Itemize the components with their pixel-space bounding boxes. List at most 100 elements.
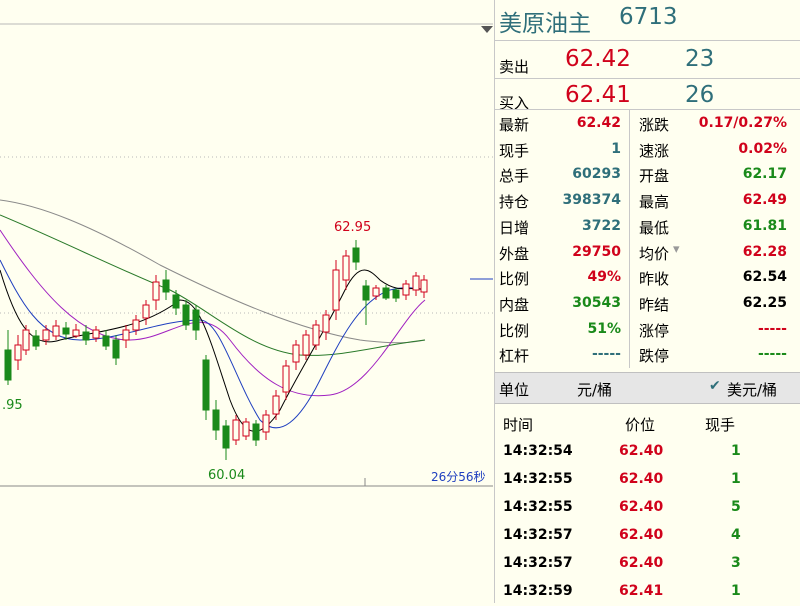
tick-volume: 4: [731, 527, 741, 543]
stat-label: 速涨: [639, 141, 670, 160]
tick-row[interactable]: 14:32:55 62.40 5: [495, 494, 800, 522]
stat-value: 3722: [582, 217, 621, 234]
tick-volume: 1: [731, 471, 741, 487]
dropdown-arrow-icon[interactable]: ▾: [673, 242, 680, 257]
candle-body: [352, 247, 360, 263]
stat-label: 最新: [499, 116, 530, 134]
candle-body: [262, 414, 270, 433]
instrument-name: 美原油主: [499, 11, 591, 37]
candle-body: [82, 331, 90, 341]
tick-row[interactable]: 14:32:59 62.41 1: [495, 578, 800, 606]
tick-time: 14:32:57: [503, 555, 573, 571]
candlestick-chart[interactable]: 62.95 60.04 .95 26分56秒: [0, 0, 493, 603]
candle-body: [212, 409, 220, 431]
ma-line-2: [0, 259, 426, 429]
stat-value: 61.81: [742, 217, 787, 234]
countdown-label: 26分56秒: [431, 470, 486, 484]
stat-value: -----: [757, 346, 787, 363]
candle-body: [132, 319, 140, 331]
chart-canvas[interactable]: [0, 0, 493, 603]
stat-label: 最高: [639, 193, 670, 212]
candle-body: [252, 423, 260, 441]
tick-row[interactable]: 14:32:55 62.40 1: [495, 466, 800, 494]
stat-value: 398374: [562, 192, 621, 209]
stat-label: 开盘: [639, 167, 670, 186]
stat-label: 涨跌: [639, 116, 670, 134]
stat-label: 昨结: [639, 295, 670, 314]
stat-value: -----: [757, 320, 787, 337]
stat-label: 外盘: [499, 244, 530, 263]
ask-label: 卖出: [499, 58, 530, 76]
ask-row[interactable]: 卖出 62.42 23: [495, 42, 800, 78]
stats-row: 外盘 29750 均价 62.28 ▾: [495, 240, 800, 265]
stat-value: 62.28: [742, 243, 787, 260]
stats-row: 总手 60293 开盘 62.17: [495, 162, 800, 187]
ask-volume: 23: [685, 46, 715, 72]
candle-body: [22, 329, 30, 351]
candle-body: [72, 329, 80, 337]
instrument-header[interactable]: 美原油主 6713: [495, 0, 800, 40]
candle-body: [312, 324, 320, 346]
tick-time: 14:32:57: [503, 527, 573, 543]
candle-body: [272, 395, 280, 415]
tick-row[interactable]: 14:32:57 62.40 4: [495, 522, 800, 550]
candle-body: [222, 425, 230, 449]
stats-row: 最新 62.42 涨跌 0.17/0.27%: [495, 111, 800, 136]
candle-body: [242, 421, 250, 437]
candle-body: [402, 283, 410, 296]
candle-body: [332, 269, 340, 311]
stat-label: 均价: [639, 244, 670, 263]
stat-value: -----: [591, 346, 621, 363]
stat-value: 1: [611, 140, 621, 157]
ticks-header: 时间 价位 现手: [495, 414, 800, 434]
stats-row: 内盘 30543 昨结 62.25: [495, 291, 800, 316]
stat-label: 比例: [499, 270, 530, 289]
candle-body: [192, 309, 200, 331]
tick-volume: 3: [731, 555, 741, 571]
tick-row[interactable]: 14:32:54 62.40 1: [495, 438, 800, 466]
stats-row: 杠杆 ----- 跌停 -----: [495, 342, 800, 367]
stat-value: 0.02%: [738, 140, 787, 157]
candle-body: [162, 279, 170, 293]
bid-price: 62.41: [565, 82, 631, 108]
stat-label: 持仓: [499, 193, 530, 212]
candle-body: [292, 344, 300, 363]
tick-time: 14:32:55: [503, 499, 573, 515]
stat-value: 62.49: [742, 192, 787, 209]
candle-body: [62, 327, 70, 335]
unit-row[interactable]: 单位 元/桶 ✔ 美元/桶: [495, 372, 800, 404]
stats-row: 比例 51% 涨停 -----: [495, 317, 800, 342]
tick-price: 62.40: [619, 499, 664, 515]
stat-value: 49%: [587, 269, 621, 286]
tick-price: 62.41: [619, 583, 664, 599]
tick-row[interactable]: 14:32:57 62.40 3: [495, 550, 800, 578]
bid-volume: 26: [685, 82, 715, 108]
candle-body: [112, 339, 120, 359]
unit-option-cny[interactable]: 元/桶: [577, 379, 612, 400]
tick-time: 14:32:55: [503, 471, 573, 487]
stat-value: 51%: [587, 320, 621, 337]
stats-row: 现手 1 速涨 0.02%: [495, 137, 800, 162]
candle-body: [4, 349, 12, 381]
stat-value: 30543: [572, 294, 621, 311]
candle-body: [122, 329, 130, 341]
divider: [495, 109, 800, 110]
stat-label: 跌停: [639, 347, 670, 366]
stat-label: 涨停: [639, 321, 670, 340]
stat-label: 日增: [499, 218, 530, 237]
stat-label: 总手: [499, 167, 530, 186]
divider: [495, 40, 800, 41]
candle-body: [282, 365, 290, 393]
dropdown-arrow-icon: [481, 26, 493, 33]
candle-body: [92, 329, 100, 339]
unit-option-usd[interactable]: 美元/桶: [727, 379, 777, 400]
candle-body: [372, 287, 380, 297]
ticks-header-time: 时间: [503, 416, 534, 434]
ticks-header-price: 价位: [625, 416, 656, 434]
chart-high-label: 62.95: [334, 220, 372, 235]
candle-body: [182, 304, 190, 326]
stat-value: 0.17/0.27%: [698, 115, 787, 131]
stat-value: 60293: [572, 166, 621, 183]
stat-label: 比例: [499, 321, 530, 340]
candle-body: [412, 275, 420, 291]
